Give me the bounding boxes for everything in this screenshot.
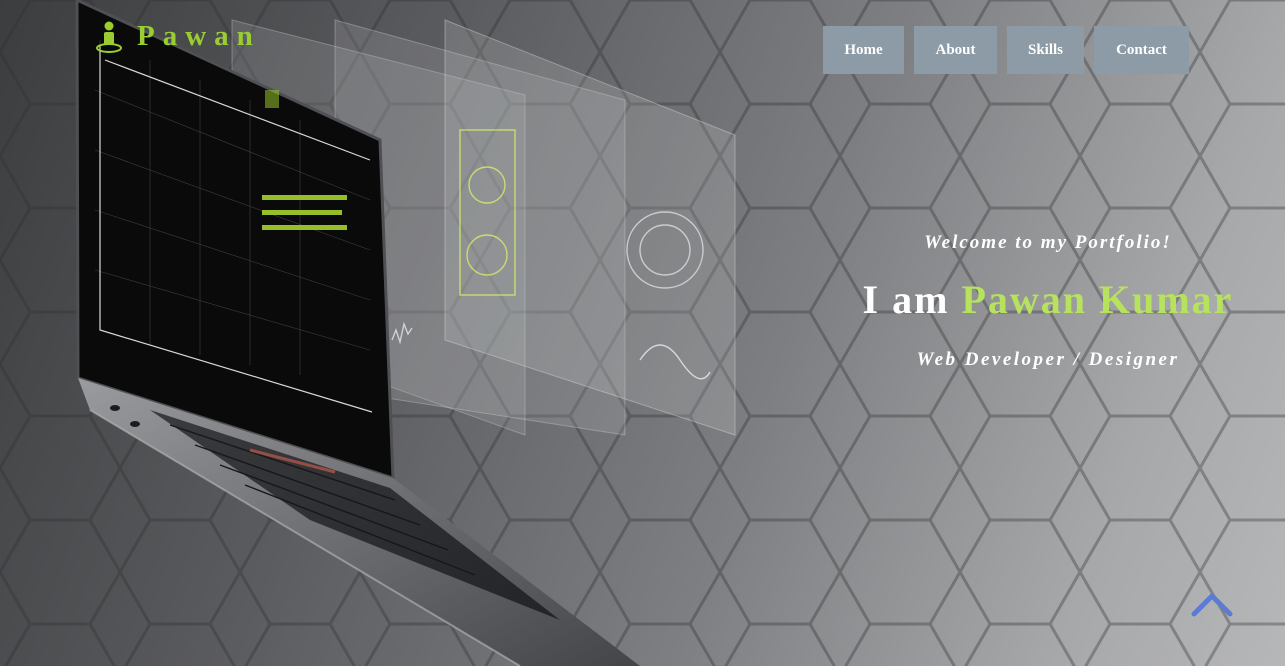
nav-contact-button[interactable]: Contact [1094,26,1189,74]
intro-block: Welcome to my Portfolio! I am Pawan Kuma… [820,232,1276,371]
welcome-text: Welcome to my Portfolio! [924,232,1172,253]
chevron-up-icon[interactable] [1190,590,1234,618]
brand-logo[interactable]: Pawan [95,20,261,53]
nav-about-button[interactable]: About [914,26,997,74]
headline-name: Pawan Kumar [961,277,1234,322]
main-navigation: Home About Skills Contact [823,26,1189,74]
headline-greeting: I am [862,277,950,322]
hero-section: Pawan Home About Skills Contact Welcome … [0,0,1285,666]
role-text: Web Developer / Designer [916,349,1180,370]
laptop-illustration [75,0,736,666]
headline: I am Pawan Kumar [820,276,1276,323]
nav-home-button[interactable]: Home [823,26,904,74]
nav-skills-button[interactable]: Skills [1007,26,1084,74]
person-icon [96,21,122,53]
brand-name: Pawan [137,20,261,52]
